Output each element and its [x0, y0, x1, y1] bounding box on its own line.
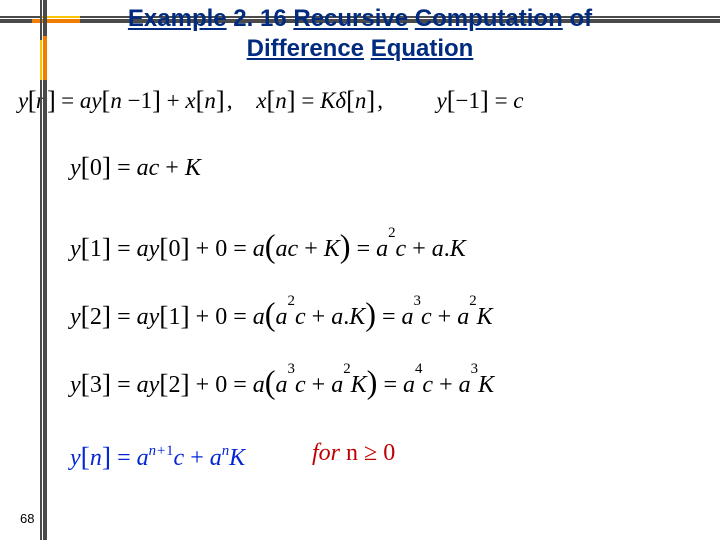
- title-word-equation: Equation: [371, 35, 474, 62]
- title-word-difference: Difference: [247, 35, 364, 62]
- equation-condition: for n ≥ 0: [312, 440, 395, 467]
- equation-y0: y[0] = ac + K: [70, 150, 201, 182]
- slide-title: Example 2. 16 Recursive Computation of D…: [0, 4, 720, 64]
- title-word-computation: Computation: [415, 5, 563, 32]
- accent-bar-vertical: [40, 0, 46, 540]
- page-number: 68: [20, 511, 34, 526]
- title-word-of: of: [569, 5, 592, 32]
- equation-y2: y[2] = ay[1] + 0 = a(a2c + a.K) = a3c + …: [70, 296, 493, 333]
- equation-closed-form: y[n] = an+1c + anK: [70, 440, 245, 472]
- equation-y3: y[3] = ay[2] + 0 = a(a3c + a2K) = a4c + …: [70, 364, 494, 401]
- title-word-recursive: Recursive: [293, 5, 408, 32]
- equation-definition: y[n] = ay[n −1] + x[n], x[n] = Kδ[n], y[…: [18, 84, 524, 115]
- title-word-example: Example: [128, 5, 227, 32]
- title-number: 2. 16: [233, 5, 286, 32]
- equation-y1: y[1] = ay[0] + 0 = a(ac + K) = a2c + a.K: [70, 228, 466, 265]
